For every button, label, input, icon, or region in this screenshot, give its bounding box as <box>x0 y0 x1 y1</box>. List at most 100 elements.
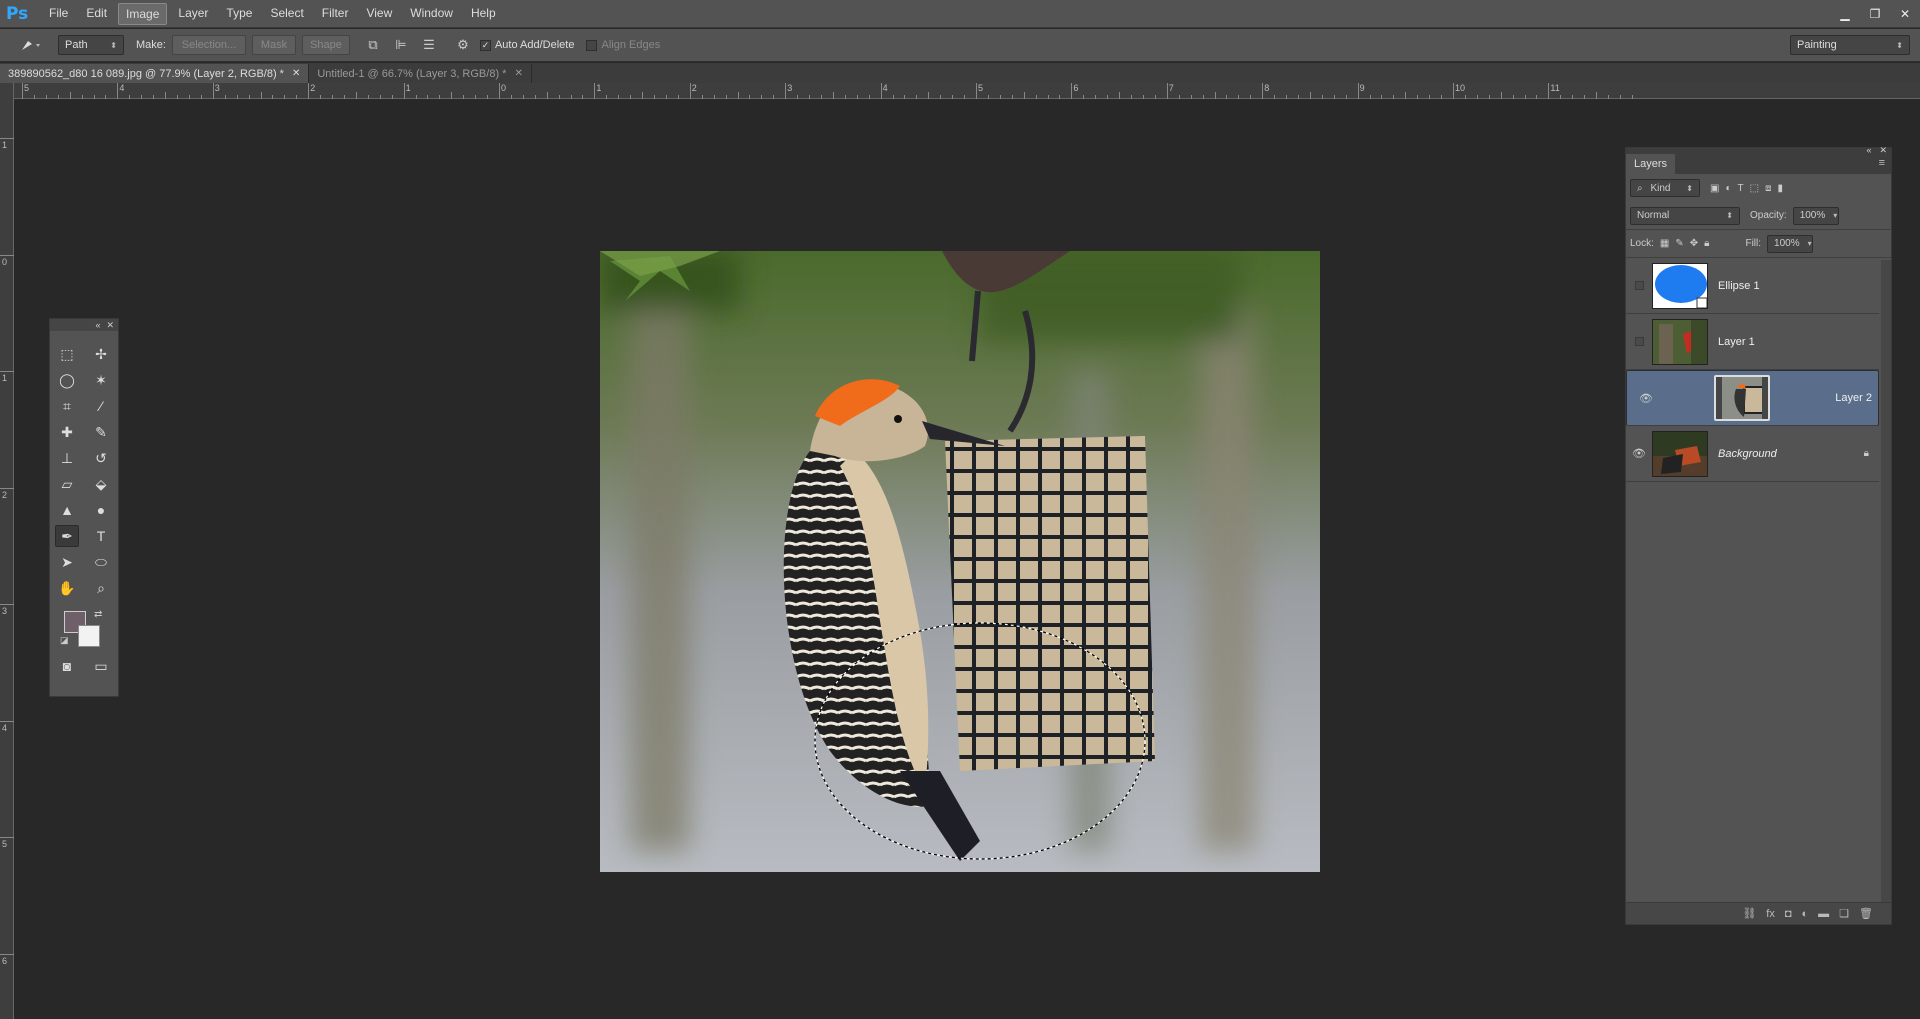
close-tab-icon[interactable]: ✕ <box>292 68 300 79</box>
lock-image-icon[interactable]: ✎ <box>1675 238 1683 249</box>
layer-name[interactable]: Layer 2 <box>1835 392 1872 404</box>
delete-layer-icon[interactable]: 🗑︎ <box>1859 907 1873 920</box>
adjustment-filter-icon[interactable]: ◐ <box>1725 183 1731 194</box>
collapse-icon[interactable]: « <box>1866 145 1871 156</box>
type-filter-icon[interactable]: T <box>1738 183 1744 194</box>
healing-brush-icon[interactable]: ✚ <box>55 421 79 443</box>
close-tab-icon[interactable]: ✕ <box>514 68 522 79</box>
layer-name[interactable]: Background <box>1718 448 1777 460</box>
menu-help[interactable]: Help <box>464 3 503 25</box>
new-group-icon[interactable]: ▬ <box>1818 908 1829 920</box>
align-edges-option[interactable]: Align Edges <box>586 35 660 56</box>
eye-icon[interactable]: 👁︎ <box>1626 447 1652 460</box>
shape-filter-icon[interactable]: ⬚ <box>1750 183 1759 194</box>
adjustment-layer-icon[interactable]: ◐ <box>1802 908 1809 920</box>
clone-stamp-icon[interactable]: ⊥ <box>55 447 79 469</box>
make-selection-button[interactable]: Selection... <box>171 35 246 55</box>
make-shape-button[interactable]: Shape <box>301 35 350 55</box>
menu-select[interactable]: Select <box>263 3 310 25</box>
auto-add-delete-checkbox[interactable]: ✓ <box>479 39 491 51</box>
blend-mode-select[interactable]: Normal ⬍ <box>1630 206 1740 225</box>
layer-name[interactable]: Ellipse 1 <box>1718 280 1760 292</box>
menu-view[interactable]: View <box>359 3 399 25</box>
close-button[interactable]: ✕ <box>1890 7 1920 21</box>
opacity-input[interactable]: 100% ▾ <box>1792 206 1839 225</box>
lock-position-icon[interactable]: ✥ <box>1690 238 1698 249</box>
history-brush-icon[interactable]: ↺ <box>89 447 113 469</box>
zoom-icon[interactable]: ⌕ <box>89 577 113 599</box>
layer-row[interactable]: Ellipse 1 <box>1626 258 1879 314</box>
path-selection-icon[interactable]: ➤ <box>55 551 79 573</box>
layer-style-icon[interactable]: fx <box>1766 908 1775 920</box>
eyedropper-icon[interactable]: ⁄ <box>89 395 113 417</box>
visibility-box[interactable] <box>1634 337 1644 346</box>
blur-icon[interactable]: ▲ <box>55 499 79 521</box>
smart-object-filter-icon[interactable]: ⧈ <box>1765 183 1771 194</box>
document-tab[interactable]: Untitled-1 @ 66.7% (Layer 3, RGB/8) * ✕ <box>309 64 532 83</box>
menu-layer[interactable]: Layer <box>171 3 215 25</box>
path-alignment-button[interactable]: ⊫ <box>390 35 412 55</box>
layers-scrollbar[interactable] <box>1881 260 1891 903</box>
auto-add-delete-option[interactable]: ✓ Auto Add/Delete <box>479 35 574 56</box>
menu-window[interactable]: Window <box>403 3 460 25</box>
document-canvas[interactable] <box>600 251 1320 872</box>
layer-row[interactable]: 👁︎ Layer 2 <box>1626 370 1879 426</box>
layer-name[interactable]: Layer 1 <box>1718 336 1755 348</box>
screen-mode-icon[interactable]: ▭ <box>89 655 113 677</box>
make-mask-button[interactable]: Mask <box>251 35 296 55</box>
pen-tool-preset-picker[interactable] <box>14 35 48 55</box>
layer-row[interactable]: Layer 1 <box>1626 314 1879 370</box>
menu-edit[interactable]: Edit <box>79 3 114 25</box>
dodge-icon[interactable]: ● <box>89 499 113 521</box>
menu-filter[interactable]: Filter <box>315 3 356 25</box>
document-tab-active[interactable]: 389890562_d80 16 089.jpg @ 77.9% (Layer … <box>0 64 310 83</box>
pen-icon[interactable]: ✒ <box>55 525 79 547</box>
align-edges-checkbox[interactable] <box>586 39 598 51</box>
restore-button[interactable]: ❐ <box>1860 7 1890 21</box>
lasso-icon[interactable]: ◯ <box>55 369 79 391</box>
menu-file[interactable]: File <box>42 3 75 25</box>
magic-wand-icon[interactable]: ✶ <box>89 369 113 391</box>
visibility-toggle[interactable] <box>1626 281 1652 290</box>
dropdown-arrow-icon[interactable]: ▾ <box>1808 239 1812 248</box>
visibility-toggle[interactable] <box>1626 337 1652 346</box>
new-layer-icon[interactable]: ❏ <box>1839 907 1849 920</box>
paint-bucket-icon[interactable]: ⬙ <box>89 473 113 495</box>
layer-row[interactable]: 👁︎ Background 🔒︎ <box>1626 426 1879 482</box>
dropdown-arrow-icon[interactable]: ▾ <box>1833 211 1837 220</box>
hand-icon[interactable]: ✋ <box>55 577 79 599</box>
panel-menu-icon[interactable]: ≡ <box>1879 157 1891 174</box>
filter-toggle-icon[interactable]: ▮ <box>1777 183 1783 194</box>
ellipse-icon[interactable]: ⬭ <box>89 551 113 573</box>
pen-mode-select[interactable]: Path ⬍ <box>58 35 124 55</box>
swap-colors-icon[interactable]: ⇄ <box>94 609 102 620</box>
menu-image[interactable]: Image <box>118 2 168 25</box>
path-arrangement-button[interactable]: ☰ <box>418 35 440 55</box>
workspace-select[interactable]: Painting ⬍ <box>1790 35 1910 55</box>
fill-input[interactable]: 100% ▾ <box>1767 234 1814 253</box>
close-icon[interactable]: ✕ <box>1879 145 1887 156</box>
type-icon[interactable]: T <box>89 525 113 547</box>
collapse-icon[interactable]: « <box>95 320 100 330</box>
rectangular-marquee-icon[interactable]: ⬚ <box>55 343 79 365</box>
quick-mask-icon[interactable]: ◙ <box>55 655 79 677</box>
lock-transparent-icon[interactable]: ▦ <box>1660 238 1669 249</box>
layers-tab[interactable]: Layers <box>1626 154 1676 174</box>
visibility-box[interactable] <box>1634 281 1644 290</box>
pixel-filter-icon[interactable]: ▣ <box>1710 183 1719 194</box>
close-icon[interactable]: ✕ <box>106 320 114 331</box>
move-icon[interactable]: ✢ <box>89 343 113 365</box>
minimize-button[interactable]: ▁ <box>1830 7 1860 21</box>
link-layers-icon[interactable]: ⛓ <box>1742 907 1756 920</box>
lock-all-icon[interactable]: 🔒︎ <box>1704 238 1709 249</box>
eye-icon[interactable]: 👁︎ <box>1633 392 1659 405</box>
layer-kind-filter[interactable]: ⌕ Kind ⬍ <box>1630 179 1700 197</box>
path-operations-button[interactable]: ⧉ <box>362 35 384 55</box>
background-color-swatch[interactable] <box>78 625 100 647</box>
default-colors-icon[interactable]: ◪ <box>60 635 69 646</box>
add-mask-icon[interactable]: ◘ <box>1785 908 1792 920</box>
crop-icon[interactable]: ⌗ <box>55 395 79 417</box>
menu-type[interactable]: Type <box>219 3 259 25</box>
brush-icon[interactable]: ✎ <box>89 421 113 443</box>
settings-button[interactable]: ⚙ <box>452 35 474 55</box>
